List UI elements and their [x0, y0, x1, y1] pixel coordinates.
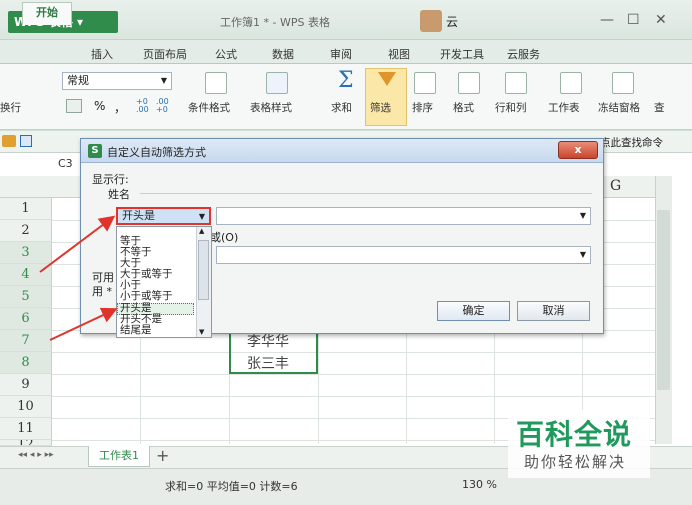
row-header-5[interactable]: 5	[0, 286, 52, 308]
chevron-down-icon: ▼	[579, 211, 586, 220]
maximize-icon[interactable]: ☐	[627, 12, 640, 28]
row-divider	[52, 396, 672, 397]
row-header-8[interactable]: 8	[0, 352, 52, 374]
or-radio-label[interactable]: 或(O)	[210, 229, 238, 245]
wildcard-help-2: 用 * 代表任意多个字符	[92, 285, 116, 298]
ok-button[interactable]: 确定	[437, 301, 510, 321]
tab-insert[interactable]: 插入	[91, 46, 113, 62]
conditional-format-button[interactable]: 条件格式	[188, 100, 230, 115]
value-select-2[interactable]: ▼	[216, 246, 591, 264]
user-name: 云	[446, 15, 459, 29]
sum-icon[interactable]: Σ	[338, 68, 354, 93]
filter-label: 筛选	[370, 102, 391, 114]
tab-view[interactable]: 视图	[388, 46, 410, 62]
percent-button[interactable]: %	[94, 99, 105, 113]
chevron-down-icon: ▼	[198, 212, 205, 221]
tab-data[interactable]: 数据	[272, 46, 294, 62]
dialog-title: 自定义自动筛选方式	[107, 146, 206, 159]
cell-c8[interactable]: 张三丰	[247, 353, 289, 373]
sheet-tab-1[interactable]: 工作表1	[88, 446, 150, 467]
dialog-close-button[interactable]: x	[558, 141, 598, 159]
comma-button[interactable]: ，	[114, 99, 126, 116]
value-select-1[interactable]: ▼	[216, 207, 591, 225]
format-icon[interactable]	[458, 72, 480, 94]
column-header-g[interactable]: G	[610, 178, 621, 194]
tab-developer[interactable]: 开发工具	[440, 46, 484, 62]
scroll-thumb[interactable]	[657, 210, 670, 390]
find-button[interactable]: 查	[654, 100, 665, 115]
show-rows-label: 显示行:	[92, 173, 129, 186]
row-header-4[interactable]: 4	[0, 264, 52, 286]
table-style-icon[interactable]	[266, 72, 288, 94]
freeze-panes-icon[interactable]	[612, 72, 634, 94]
filter-icon	[378, 72, 396, 86]
worksheet-icon[interactable]	[560, 72, 582, 94]
dropdown-option[interactable]: 小于或等于	[120, 291, 173, 302]
number-format-select[interactable]: 常规 ▼	[62, 72, 172, 90]
avatar[interactable]	[420, 10, 442, 32]
format-button[interactable]: 格式	[453, 100, 474, 115]
open-folder-icon[interactable]	[2, 135, 16, 147]
chevron-down-icon: ▼	[579, 250, 586, 259]
tab-cloud[interactable]: 云服务	[507, 46, 540, 62]
find-command-box[interactable]: 点此查找命令	[600, 135, 663, 150]
row-divider	[52, 374, 672, 375]
sort-icon[interactable]	[414, 72, 436, 94]
field-name-label: 姓名	[108, 188, 130, 201]
scroll-up-icon[interactable]: ▲	[199, 227, 204, 235]
dropdown-scroll-thumb[interactable]	[198, 240, 209, 300]
operator-select-1[interactable]: 开头是 ▼	[116, 207, 211, 225]
zoom-level[interactable]: 130 %	[462, 478, 497, 491]
freeze-panes-button[interactable]: 冻结窗格	[598, 100, 640, 115]
sheet-nav-icon[interactable]: ◂◂ ◂ ▸ ▸▸	[18, 450, 54, 460]
operator-select-1-value: 开头是	[122, 209, 155, 222]
row-header-11[interactable]: 11	[0, 418, 52, 440]
worksheet-button[interactable]: 工作表	[548, 100, 580, 115]
group-divider	[140, 193, 592, 194]
table-style-button[interactable]: 表格样式	[250, 100, 292, 115]
row-header-7[interactable]: 7	[0, 330, 52, 352]
sum-button[interactable]: 求和	[331, 100, 352, 115]
tab-review[interactable]: 审阅	[330, 46, 352, 62]
row-col-button[interactable]: 行和列	[495, 100, 527, 115]
row-divider	[52, 352, 672, 353]
save-icon[interactable]	[20, 135, 32, 147]
row-header-2[interactable]: 2	[0, 220, 52, 242]
tab-home[interactable]: 开始	[22, 2, 72, 25]
tab-page-layout[interactable]: 页面布局	[143, 46, 187, 62]
row-header-9[interactable]: 9	[0, 374, 52, 396]
row-col-icon[interactable]	[505, 72, 527, 94]
dropdown-option[interactable]: 结尾是	[120, 325, 152, 336]
row-header-1[interactable]: 1	[0, 198, 52, 220]
cell-c7[interactable]: 李华华	[247, 331, 289, 351]
number-format-value: 常规	[67, 74, 89, 87]
cancel-button[interactable]: 取消	[517, 301, 590, 321]
row-header-3[interactable]: 3	[0, 242, 52, 264]
document-title: 工作簿1 * - WPS 表格	[220, 16, 330, 29]
tab-formulas[interactable]: 公式	[215, 46, 237, 62]
chevron-down-icon: ▼	[160, 76, 167, 85]
close-window-icon[interactable]: ✕	[655, 12, 667, 28]
watermark-title: 百科全说	[516, 418, 633, 451]
sort-button[interactable]: 排序	[412, 100, 433, 115]
row-header-10[interactable]: 10	[0, 396, 52, 418]
wps-logo-icon: S	[88, 144, 102, 158]
row-header-6[interactable]: 6	[0, 308, 52, 330]
currency-icon[interactable]	[66, 99, 82, 113]
minimize-icon[interactable]: —	[600, 12, 614, 28]
increase-decimal-icon[interactable]: +0.00	[136, 98, 149, 114]
wrap-text-button[interactable]: 换行	[0, 100, 21, 115]
add-sheet-icon[interactable]: +	[156, 446, 169, 465]
conditional-format-icon[interactable]	[205, 72, 227, 94]
scroll-down-icon[interactable]: ▼	[199, 328, 204, 336]
watermark-subtitle: 助你轻松解决	[524, 453, 627, 471]
decrease-decimal-icon[interactable]: .00 +0	[156, 98, 169, 114]
status-summary: 求和=0 平均值=0 计数=6	[165, 480, 298, 493]
